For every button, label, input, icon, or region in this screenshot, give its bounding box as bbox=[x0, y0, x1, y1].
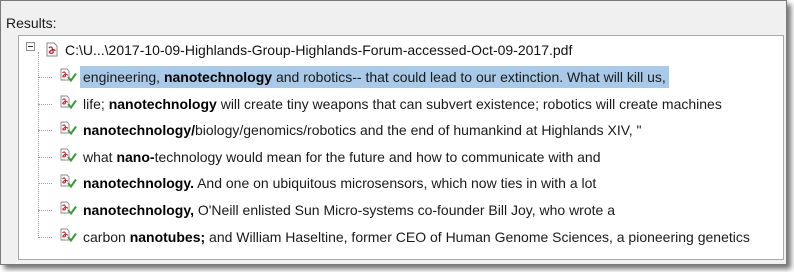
tree-connector bbox=[38, 183, 52, 184]
search-hit-row[interactable]: nanotechnology, O'Neill enlisted Sun Mic… bbox=[60, 199, 760, 223]
results-label: Results: bbox=[6, 15, 57, 31]
search-hit-row[interactable]: carbon nanotubes; and William Haseltine,… bbox=[60, 226, 760, 250]
pdf-hit-icon bbox=[60, 201, 77, 216]
search-hit-text: nanotechnology. And one on ubiquitous mi… bbox=[80, 172, 599, 194]
pdf-file-name[interactable]: C:\U...\2017-10-09-Highlands-Group-Highl… bbox=[65, 42, 572, 58]
tree-connector bbox=[38, 237, 52, 238]
hit-context-before: engineering, bbox=[83, 69, 164, 85]
pdf-hit-icon bbox=[60, 95, 77, 110]
search-hit-text: carbon nanotubes; and William Haseltine,… bbox=[80, 226, 753, 248]
pdf-file-icon bbox=[46, 42, 58, 57]
pdf-hit-icon bbox=[60, 121, 77, 136]
tree-connector bbox=[38, 104, 52, 105]
tree-connector bbox=[38, 130, 52, 131]
hit-keyword: nanotechnology bbox=[108, 96, 217, 112]
search-hit-text: what nano-technology would mean for the … bbox=[80, 146, 604, 168]
hit-context-after: and robotics-- that could lead to our ex… bbox=[272, 69, 666, 85]
hit-context-after: and William Haseltine, former CEO of Hum… bbox=[205, 229, 750, 245]
hit-keyword: nano- bbox=[116, 149, 155, 165]
pdf-hit-icon bbox=[60, 68, 77, 83]
hit-keyword: nanotechnology bbox=[163, 69, 273, 85]
hit-keyword: nanotechnology. bbox=[83, 175, 194, 191]
tree-connector bbox=[38, 157, 52, 158]
pdf-hit-icon bbox=[60, 228, 77, 243]
search-hit-row[interactable]: nanotechnology. And one on ubiquitous mi… bbox=[60, 172, 760, 196]
hit-context-after: O'Neill enlisted Sun Micro-systems co-fo… bbox=[193, 202, 615, 218]
hit-context-after: And one on ubiquitous microsensors, whic… bbox=[193, 175, 597, 191]
search-hit-text: life; nanotechnology will create tiny we… bbox=[80, 93, 725, 115]
search-hit-row[interactable]: engineering, nanotechnology and robotics… bbox=[60, 66, 760, 90]
hit-keyword: nanotubes; bbox=[129, 229, 206, 245]
hit-keyword: nanotechnology, bbox=[83, 202, 194, 218]
hit-context-before: what bbox=[83, 149, 117, 165]
hit-context-after: technology would mean for the future and… bbox=[154, 149, 601, 165]
tree-connector bbox=[38, 210, 52, 211]
search-hit-text: nanotechnology/biology/genomics/robotics… bbox=[80, 119, 645, 141]
hit-context-after: will create tiny weapons that can subver… bbox=[216, 96, 722, 112]
pdf-hit-icon bbox=[60, 174, 77, 189]
hit-context-before: life; bbox=[83, 96, 109, 112]
search-hit-row[interactable]: nanotechnology/biology/genomics/robotics… bbox=[60, 119, 760, 143]
search-hit-row[interactable]: life; nanotechnology will create tiny we… bbox=[60, 93, 760, 117]
collapse-toggle-icon[interactable] bbox=[26, 42, 35, 51]
search-hit-text: engineering, nanotechnology and robotics… bbox=[80, 66, 669, 88]
pdf-hit-icon bbox=[60, 148, 77, 163]
tree-connector bbox=[38, 77, 52, 78]
search-hit-row[interactable]: what nano-technology would mean for the … bbox=[60, 146, 760, 170]
search-hit-text: nanotechnology, O'Neill enlisted Sun Mic… bbox=[80, 199, 618, 221]
hit-context-before: carbon bbox=[83, 229, 130, 245]
hit-context-after: biology/genomics/robotics and the end of… bbox=[195, 122, 642, 138]
hit-keyword: nanotechnology/ bbox=[83, 122, 195, 138]
